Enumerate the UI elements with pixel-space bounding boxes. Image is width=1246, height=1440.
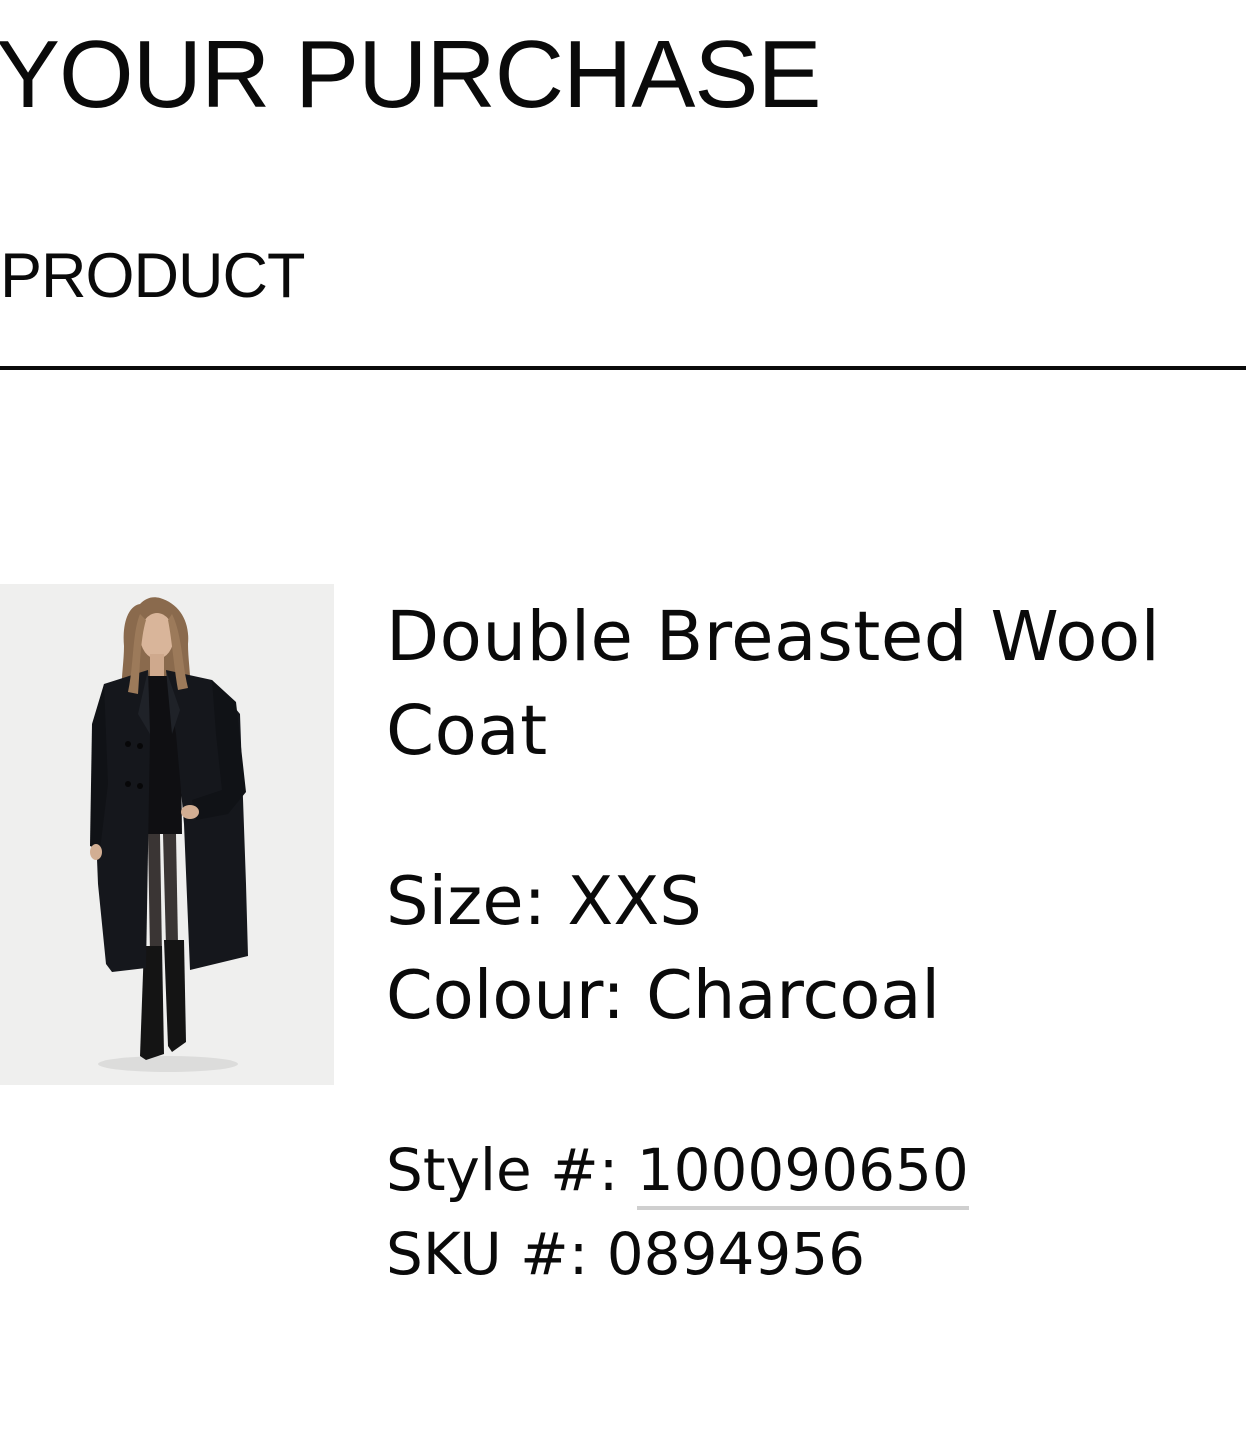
product-attributes: Size: XXS Colour: Charcoal [386, 854, 1236, 1042]
page-title: YOUR PURCHASE [0, 21, 821, 128]
style-number-link[interactable]: 100090650 [636, 1136, 969, 1210]
colour-value: Charcoal [646, 956, 940, 1034]
size-value: XXS [567, 862, 702, 940]
section-divider [0, 366, 1246, 370]
product-photo-illustration [0, 584, 334, 1085]
sku-label: SKU #: [386, 1220, 589, 1288]
style-label: Style #: [386, 1136, 619, 1204]
product-details: Double Breasted Wool Coat Size: XXS Colo… [386, 590, 1236, 1042]
sku-value: 0894956 [606, 1220, 866, 1288]
purchase-page: YOUR PURCHASE PRODUCT Double Breasted Wo… [0, 0, 1246, 1440]
product-identifiers: Style #: 100090650 SKU #: 0894956 [386, 1128, 969, 1296]
size-row: Size: XXS [386, 854, 1236, 948]
section-label-product: PRODUCT [0, 241, 305, 311]
sku-row: SKU #: 0894956 [386, 1212, 969, 1296]
colour-label: Colour: [386, 956, 625, 1034]
colour-row: Colour: Charcoal [386, 948, 1236, 1042]
size-label: Size: [386, 862, 547, 940]
product-image[interactable] [0, 584, 334, 1085]
style-row: Style #: 100090650 [386, 1128, 969, 1212]
product-name[interactable]: Double Breasted Wool Coat [386, 590, 1226, 778]
